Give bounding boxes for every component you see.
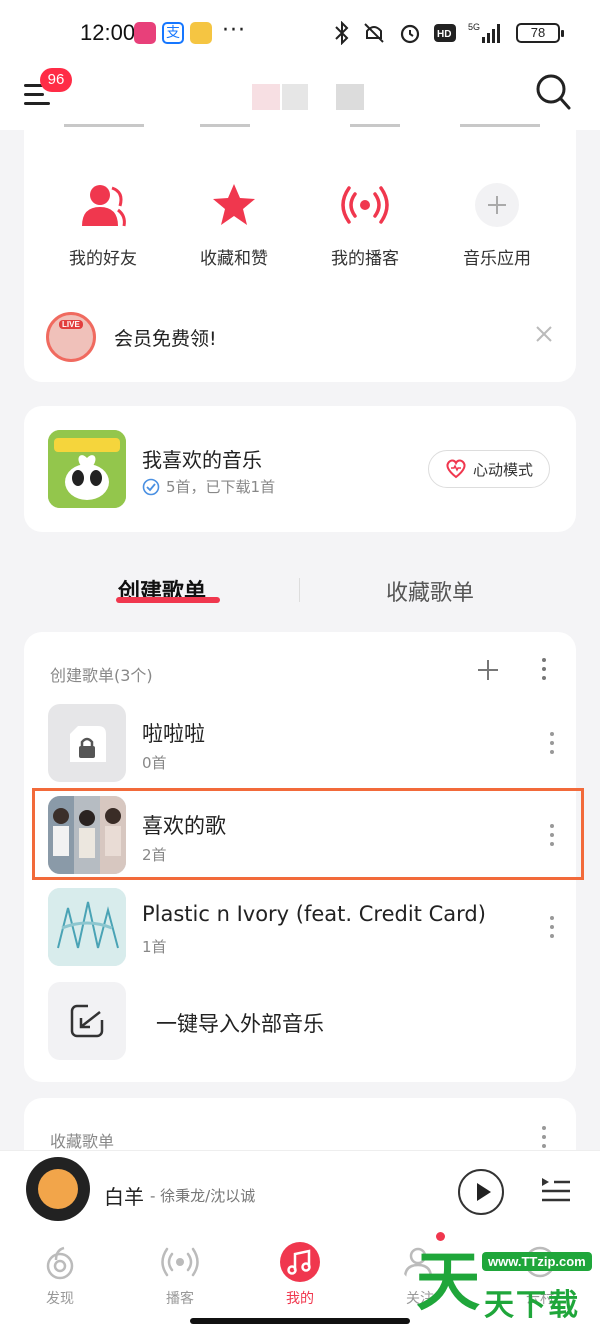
more-notifications-icon: ··· (222, 18, 246, 43)
friends-icon (82, 185, 126, 227)
liked-music-count: 5首，已下载1首 (166, 478, 276, 496)
quick-action-label: 我的播客 (331, 249, 399, 269)
tab-divider (299, 578, 300, 602)
import-icon-box (48, 982, 126, 1060)
now-playing-title: 白羊 (104, 1185, 144, 1209)
now-playing-artist: - 徐秉龙/沈以诚 (150, 1187, 256, 1205)
liked-music-title: 我喜欢的音乐 (142, 448, 262, 472)
username-blur (282, 84, 308, 112)
signal-icon: 5G (468, 22, 500, 43)
cut-off-row (24, 116, 576, 134)
more-options-icon[interactable] (540, 658, 548, 684)
alipay-icon: 支 (162, 22, 184, 44)
nav-label: 我的 (286, 1291, 314, 1307)
hd-icon: HD (434, 24, 456, 42)
mini-player[interactable]: 白羊 - 徐秉龙/沈以诚 (0, 1150, 600, 1228)
watermark-url: www.TTzip.com (482, 1252, 592, 1271)
quick-action-music-apps[interactable]: 音乐应用 (442, 180, 552, 269)
active-tab-indicator (116, 597, 220, 603)
nav-discover[interactable]: 发现 (20, 1242, 100, 1308)
import-external-music[interactable]: 一键导入外部音乐 (48, 982, 552, 1062)
watermark-glyph: 天 (416, 1246, 480, 1320)
play-button[interactable] (458, 1169, 504, 1215)
import-icon (70, 1004, 106, 1038)
heart-mode-button[interactable]: 心动模式 (428, 450, 550, 488)
quick-actions-card: 我的好友 收藏和赞 我的播客 音乐应用 LIVE 会员免费领! (24, 110, 576, 382)
playlist-row[interactable]: 啦啦啦 0首 (48, 704, 554, 784)
highlight-box (32, 788, 584, 880)
liked-music-subtitle: 5首，已下载1首 (142, 476, 275, 497)
tab-collected-playlists[interactable]: 收藏歌单 (386, 575, 474, 607)
nav-mine[interactable]: 我的 (260, 1242, 340, 1308)
status-time: 12:00 (80, 20, 136, 45)
podcast-icon (341, 186, 389, 224)
vip-banner[interactable]: LIVE 会员免费领! (46, 308, 556, 366)
battery-icon: 78 (516, 23, 564, 43)
vip-avatar: LIVE (46, 312, 96, 362)
podcast-nav-icon (161, 1247, 199, 1277)
quick-action-label: 我的好友 (69, 249, 137, 269)
home-indicator (190, 1318, 410, 1324)
music-note-icon (280, 1242, 320, 1282)
watermark-text: 天下载 (484, 1288, 580, 1323)
mute-icon (364, 23, 384, 43)
downloaded-check-icon (142, 478, 160, 495)
created-section-header: 创建歌单(3个) (50, 666, 153, 685)
playlist-queue-icon[interactable] (540, 1175, 572, 1205)
collected-section-header: 收藏歌单 (50, 1132, 115, 1151)
more-options-icon[interactable] (548, 916, 556, 942)
vip-banner-text: 会员免费领! (114, 328, 217, 350)
quick-action-podcast[interactable]: 我的播客 (310, 180, 420, 269)
quick-action-friends[interactable]: 我的好友 (48, 180, 158, 269)
status-bar: 12:00 支 ··· HD 5G 78 (0, 0, 600, 64)
quick-action-favorites[interactable]: 收藏和赞 (179, 180, 289, 269)
more-options-icon[interactable] (548, 732, 556, 758)
playlist-count: 0首 (142, 754, 167, 772)
quick-action-label: 音乐应用 (463, 249, 531, 269)
app-notification-icon (134, 22, 156, 44)
liked-music-cover (48, 430, 126, 508)
nav-label: 播客 (166, 1291, 194, 1307)
album-disc (26, 1157, 90, 1221)
import-label: 一键导入外部音乐 (156, 1012, 324, 1036)
nav-podcast[interactable]: 播客 (140, 1242, 220, 1308)
live-badge: LIVE (59, 320, 83, 329)
bluetooth-icon (335, 21, 349, 45)
close-icon[interactable] (534, 324, 554, 344)
username-blur (252, 84, 280, 112)
search-icon[interactable] (534, 72, 572, 112)
plus-icon (475, 183, 519, 227)
add-playlist-icon[interactable] (476, 658, 500, 682)
weibo-icon (190, 22, 212, 44)
playlist-cover (48, 704, 126, 782)
watermark: 天 www.TTzip.com 天下载 (412, 1244, 600, 1333)
playlist-cover (48, 888, 126, 966)
playlist-name: Plastic n Ivory (feat. Credit Card) (142, 902, 486, 926)
svg-text:HD: HD (437, 29, 451, 40)
username-blur (336, 84, 364, 112)
playlist-row[interactable]: Plastic n Ivory (feat. Credit Card) 1首 (48, 888, 554, 968)
notification-dot (436, 1232, 445, 1241)
playlist-count: 1首 (142, 938, 167, 956)
heart-icon (446, 459, 466, 479)
notification-badge: 96 (40, 68, 72, 92)
heart-mode-label: 心动模式 (472, 460, 533, 479)
more-options-icon[interactable] (540, 1126, 548, 1152)
discover-icon (46, 1246, 74, 1280)
status-icons: HD 5G 78 (334, 20, 564, 46)
svg-text:5G: 5G (468, 22, 480, 32)
alarm-icon (400, 24, 420, 44)
star-icon (213, 184, 255, 225)
playlist-name: 啦啦啦 (142, 722, 205, 746)
liked-music-card[interactable]: 我喜欢的音乐 5首，已下载1首 心动模式 (24, 406, 576, 532)
nav-label: 发现 (46, 1291, 74, 1307)
quick-action-label: 收藏和赞 (200, 249, 268, 269)
